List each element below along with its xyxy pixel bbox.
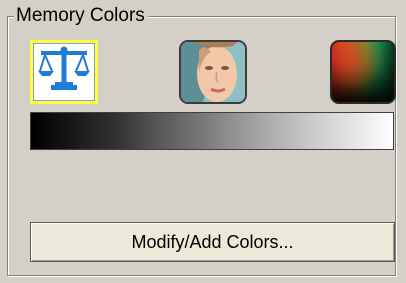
color-spectrum-tile[interactable] [330,40,396,104]
balance-scale-icon [37,45,91,100]
group-title: Memory Colors [14,5,148,27]
memory-colors-panel: Memory Colors Modify/Add Colors... [0,0,406,283]
gray-balance-tile[interactable] [30,40,98,104]
gray-gradient-strip [30,112,394,150]
modify-add-colors-button[interactable]: Modify/Add Colors... [30,222,395,262]
face-icon [181,42,245,102]
skin-tone-tile[interactable] [179,40,247,104]
tile-inner [33,43,95,101]
